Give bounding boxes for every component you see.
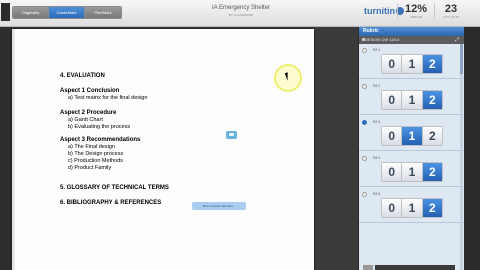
score-selector: 0 1 2 — [381, 126, 443, 146]
similarity-score[interactable]: 12% SIMILAR — [397, 3, 435, 19]
score-1-button[interactable]: 1 — [402, 91, 423, 109]
criterion-pa1: PA 1 0 1 2 — [359, 44, 464, 79]
criterion-pa4: PA 4 0 1 2 — [359, 152, 464, 187]
score-2-button[interactable]: 2 — [422, 127, 442, 145]
criterion-marker-icon[interactable] — [362, 84, 367, 89]
aspect-3-item-a: a) The Final design — [68, 144, 115, 150]
aspect-3-heading: Aspect 3 Recommendations — [60, 137, 141, 143]
score-1-button[interactable]: 1 — [402, 163, 423, 181]
turnitin-logo-text: turnitin — [364, 6, 395, 16]
rubric-title: Rubric — [359, 27, 464, 36]
document-page[interactable] — [12, 29, 314, 270]
top-toolbar: Originality GradeMark PeerMark IA Emerge… — [0, 0, 480, 27]
criterion-marker-icon[interactable] — [362, 48, 367, 53]
score-2-button[interactable]: 2 — [422, 199, 442, 217]
expand-icon[interactable]: ⤢ — [455, 36, 459, 44]
criterion-label: PA 2 — [373, 84, 381, 88]
criterion-pa2: PA 2 0 1 2 — [359, 80, 464, 115]
heading-bibliography: 6. BIBLIOGRAPHY & REFERENCES — [60, 200, 162, 206]
tab-grademark[interactable]: GradeMark — [49, 7, 85, 18]
grade-label: OUT OF 30 — [443, 15, 459, 19]
back-button[interactable] — [1, 3, 10, 21]
aspect-3-item-d: d) Product Family — [68, 165, 112, 171]
criterion-label: PA 4 — [373, 156, 381, 160]
similarity-value: 12% — [404, 3, 428, 15]
rubric-footer-button[interactable] — [363, 265, 373, 270]
score-selector: 0 1 2 — [381, 162, 443, 182]
criterion-marker-icon[interactable] — [362, 156, 367, 161]
criterion-label: PA 5 — [373, 192, 381, 196]
criterion-label: PA 1 — [373, 48, 381, 52]
tab-originality[interactable]: Originality — [13, 7, 49, 18]
score-0-button[interactable]: 0 — [382, 127, 403, 145]
rubric-panel: Rubric DESIGN CW 13/14 ⤢ PA 1 0 1 2 PA 2… — [358, 27, 464, 270]
score-2-button[interactable]: 2 — [422, 55, 442, 73]
rubric-scroll-thumb[interactable] — [460, 44, 463, 74]
grade-score[interactable]: 23 OUT OF 30 — [436, 3, 466, 19]
document-title: IA Emergency Shelter — [211, 5, 271, 11]
mode-tabs: Originality GradeMark PeerMark — [12, 6, 122, 19]
heading-evaluation: 4. EVALUATION — [60, 73, 105, 79]
criterion-marker-icon[interactable] — [362, 192, 367, 197]
score-selector: 0 1 2 — [381, 198, 443, 218]
left-gutter — [0, 27, 12, 270]
score-0-button[interactable]: 0 — [382, 91, 403, 109]
score-2-button[interactable]: 2 — [422, 163, 442, 181]
comment-icon[interactable] — [226, 131, 237, 139]
rubric-subtitle: DESIGN CW 13/14 — [365, 37, 400, 42]
score-1-button[interactable]: 1 — [402, 55, 423, 73]
grade-value: 23 — [444, 3, 458, 15]
settings-icon[interactable] — [362, 38, 365, 41]
rubric-footer-bar[interactable] — [375, 265, 455, 270]
aspect-3-item-c: c) Production Methods — [68, 158, 124, 164]
score-selector: 0 1 2 — [381, 90, 443, 110]
document-author: BY CLASSROOM — [229, 13, 253, 17]
page-edge — [12, 29, 15, 270]
aspect-2-item-a: a) Gantt Chart — [68, 117, 103, 123]
aspect-2-item-b: b) Evaluating the process — [68, 124, 131, 130]
comment-bubble[interactable]: Text comment sits here... — [192, 202, 246, 210]
heading-glossary: 5. GLOSSARY OF TECHNICAL TERMS — [60, 185, 169, 191]
criterion-label: PA 3 — [373, 120, 381, 124]
aspect-1-item-a: a) Test matrix for the final design — [68, 95, 148, 101]
score-0-button[interactable]: 0 — [382, 199, 403, 217]
similarity-label: SIMILAR — [409, 15, 422, 19]
aspect-3-item-b: b) The Design process — [68, 151, 124, 157]
score-0-button[interactable]: 0 — [382, 163, 403, 181]
score-2-button[interactable]: 2 — [422, 91, 442, 109]
aspect-1-heading: Aspect 1 Conclusion — [60, 88, 120, 94]
criterion-pa5: PA 5 0 1 2 — [359, 188, 464, 223]
score-0-button[interactable]: 0 — [382, 55, 403, 73]
right-side-strip — [464, 27, 480, 270]
score-1-button[interactable]: 1 — [402, 127, 423, 145]
document-scroll-area[interactable] — [318, 27, 356, 270]
score-selector: 0 1 2 — [381, 54, 443, 74]
rubric-subtitle-bar: DESIGN CW 13/14 ⤢ — [359, 36, 464, 44]
score-1-button[interactable]: 1 — [402, 199, 423, 217]
criterion-pa3: PA 3 0 1 2 — [359, 116, 464, 151]
aspect-2-heading: Aspect 2 Procedure — [60, 110, 117, 116]
criterion-marker-icon[interactable] — [362, 120, 367, 125]
tab-peermark[interactable]: PeerMark — [85, 7, 121, 18]
rubric-scrollbar[interactable] — [460, 44, 463, 270]
